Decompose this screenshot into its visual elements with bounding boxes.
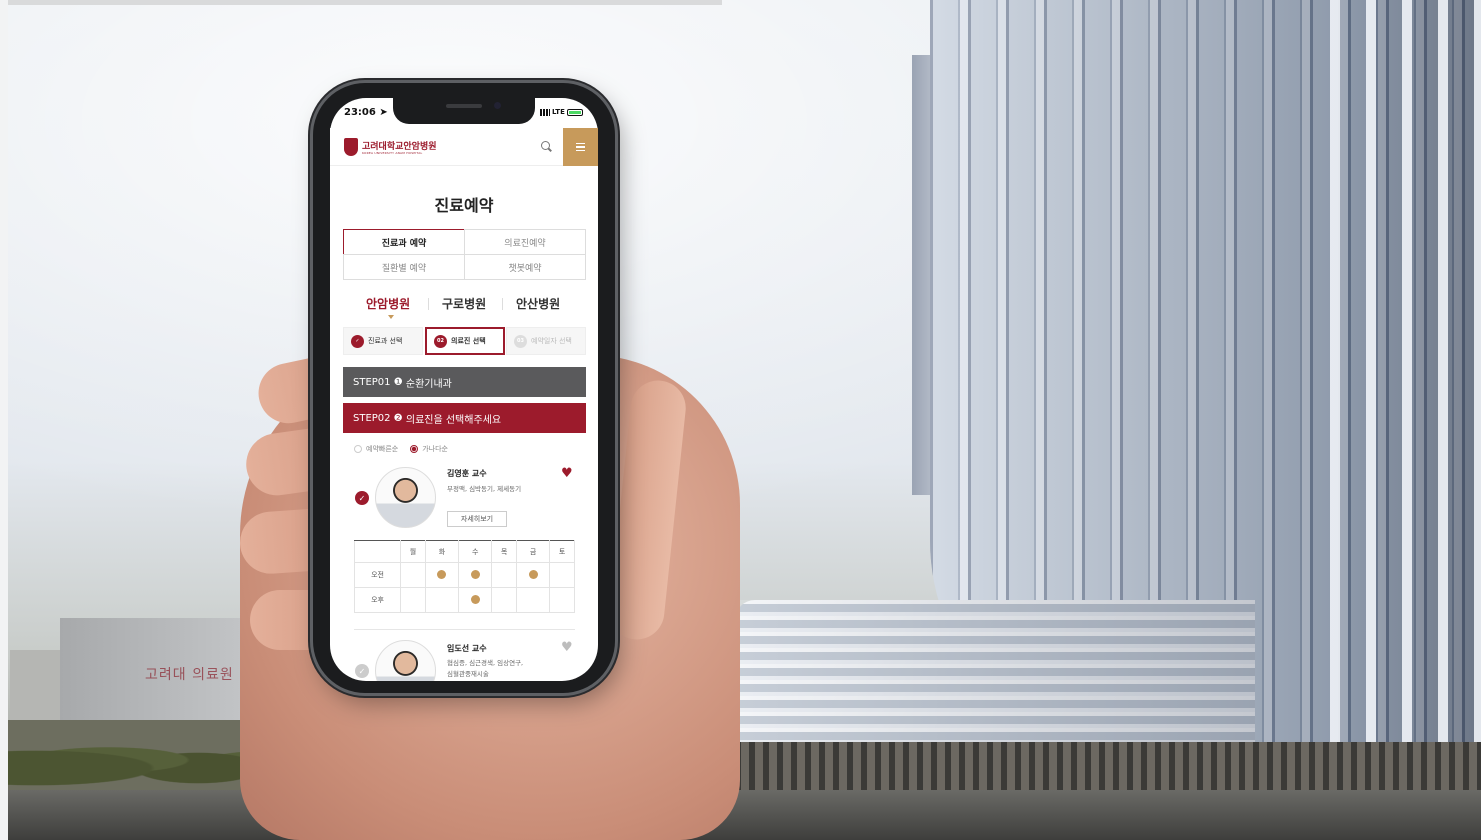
divider	[428, 298, 429, 310]
doctor-specialty: 부정맥, 심박동기, 제세동기	[447, 485, 522, 493]
top-edge-strip	[0, 0, 722, 5]
network-label: LTE	[552, 108, 565, 116]
step2-label: STEP02	[353, 412, 391, 424]
doctor-photo	[375, 640, 436, 681]
available-slot-icon	[437, 569, 447, 579]
hospital-anam[interactable]: 안암병원	[366, 295, 410, 312]
left-edge-strip	[0, 0, 8, 840]
schedule-table: 월 화 수 목 금 토 오전 오후	[353, 540, 575, 613]
ground	[0, 790, 1481, 840]
step1-summary-bar[interactable]: STEP01 ❶ 순환기내과	[343, 367, 586, 397]
phone-notch	[393, 98, 535, 124]
step1-label: STEP01	[353, 376, 391, 388]
schedule-cell	[549, 587, 575, 613]
search-icon[interactable]	[541, 141, 550, 150]
hospital-ansan[interactable]: 안산병원	[516, 295, 560, 312]
doctor-specialty: 협심증, 심근경색, 임상연구,	[447, 659, 524, 667]
tab-department-reservation[interactable]: 진료과 예약	[343, 229, 465, 255]
schedule-cell	[400, 562, 426, 588]
check-icon: ✓	[351, 334, 364, 348]
period-label: 오전	[353, 562, 402, 588]
step-label: 예약일자 선택	[531, 337, 572, 345]
facade-fins	[1330, 0, 1481, 840]
tab-disease-reservation[interactable]: 질환별 예약	[343, 254, 465, 280]
info-bullet-icon: ❷	[393, 412, 403, 424]
favorite-heart-icon[interactable]: ♥	[561, 641, 573, 654]
details-button[interactable]: 자세히보기	[447, 511, 507, 527]
step-number: 02	[434, 334, 447, 348]
hamburger-menu-button[interactable]	[563, 128, 598, 166]
hospital-logo-icon[interactable]	[344, 138, 358, 156]
signal-icon	[540, 108, 550, 116]
schedule-cell[interactable]	[516, 562, 551, 588]
step-date[interactable]: 03 예약일자 선택	[506, 327, 586, 355]
selected-caret-icon	[388, 315, 394, 319]
radio-sort-fast[interactable]	[354, 445, 362, 453]
wing-shading	[735, 600, 1255, 750]
period-label: 오후	[353, 587, 402, 613]
building-sign: 고려대 의료원	[145, 667, 234, 683]
speaker-icon	[446, 104, 482, 108]
favorite-heart-icon[interactable]: ♥	[561, 467, 573, 480]
doctor-select-check-icon[interactable]: ✓	[355, 491, 369, 505]
doctor-name[interactable]: 김영훈 교수	[447, 468, 487, 479]
step-label: 진료과 선택	[368, 337, 403, 345]
day-header: 토	[549, 540, 575, 563]
page-title: 진료예약	[434, 196, 494, 215]
schedule-cell[interactable]	[458, 587, 493, 613]
day-header: 수	[458, 540, 493, 563]
hospital-guro[interactable]: 구로병원	[442, 295, 486, 312]
available-slot-icon	[470, 594, 480, 604]
schedule-cell	[549, 562, 575, 588]
status-indicators: LTE	[540, 108, 583, 116]
step-department[interactable]: ✓ 진료과 선택	[343, 327, 423, 355]
doctor-name[interactable]: 임도선 교수	[447, 643, 487, 654]
schedule-cell[interactable]	[424, 562, 460, 588]
schedule-cell	[491, 562, 518, 588]
tab-chatbot-reservation[interactable]: 챗봇예약	[464, 254, 586, 280]
day-header: 화	[424, 540, 460, 563]
radio-sort-alpha[interactable]	[410, 445, 419, 453]
hospital-logo-english: KOREA UNIVERSITY ANAM HOSPITAL	[362, 151, 423, 155]
schedule-cell	[491, 587, 518, 613]
schedule-row-am: 오전	[353, 562, 575, 588]
promo-photo-background: 고려대 의료원	[0, 0, 1481, 840]
step1-value: 순환기내과	[405, 378, 452, 390]
schedule-cell	[424, 587, 460, 613]
step2-instruction: 의료진을 선택해주세요	[405, 414, 502, 426]
battery-icon	[566, 108, 583, 116]
step-label: 의료진 선택	[451, 337, 486, 345]
available-slot-icon	[528, 569, 538, 579]
schedule-row-pm: 오후	[353, 587, 575, 613]
sort-alpha-label[interactable]: 가나다순	[422, 444, 448, 454]
step-number: 03	[514, 334, 527, 348]
schedule-cell[interactable]	[458, 562, 493, 588]
step2-header-bar: STEP02 ❷ 의료진을 선택해주세요	[343, 403, 586, 433]
info-bullet-icon: ❶	[393, 376, 403, 388]
divider	[502, 298, 503, 310]
doctor-photo	[375, 467, 436, 528]
day-header: 목	[491, 540, 518, 563]
day-header: 월	[400, 540, 426, 563]
status-time: 23:06 ➤	[344, 107, 388, 118]
doctor-specialty: 심혈관중재시술	[447, 670, 489, 678]
available-slot-icon	[470, 569, 480, 579]
sort-fast-label[interactable]: 예약빠른순	[366, 444, 398, 454]
step-doctor[interactable]: 02 의료진 선택	[425, 327, 505, 355]
schedule-header-row: 월 화 수 목 금 토	[353, 540, 575, 563]
schedule-cell	[400, 587, 426, 613]
schedule-corner	[353, 540, 402, 563]
schedule-cell	[516, 587, 551, 613]
tab-doctor-reservation[interactable]: 의료진예약	[464, 229, 586, 255]
day-header: 금	[516, 540, 551, 563]
sort-options: 예약빠른순 가나다순	[354, 444, 448, 454]
camera-icon	[494, 102, 501, 109]
